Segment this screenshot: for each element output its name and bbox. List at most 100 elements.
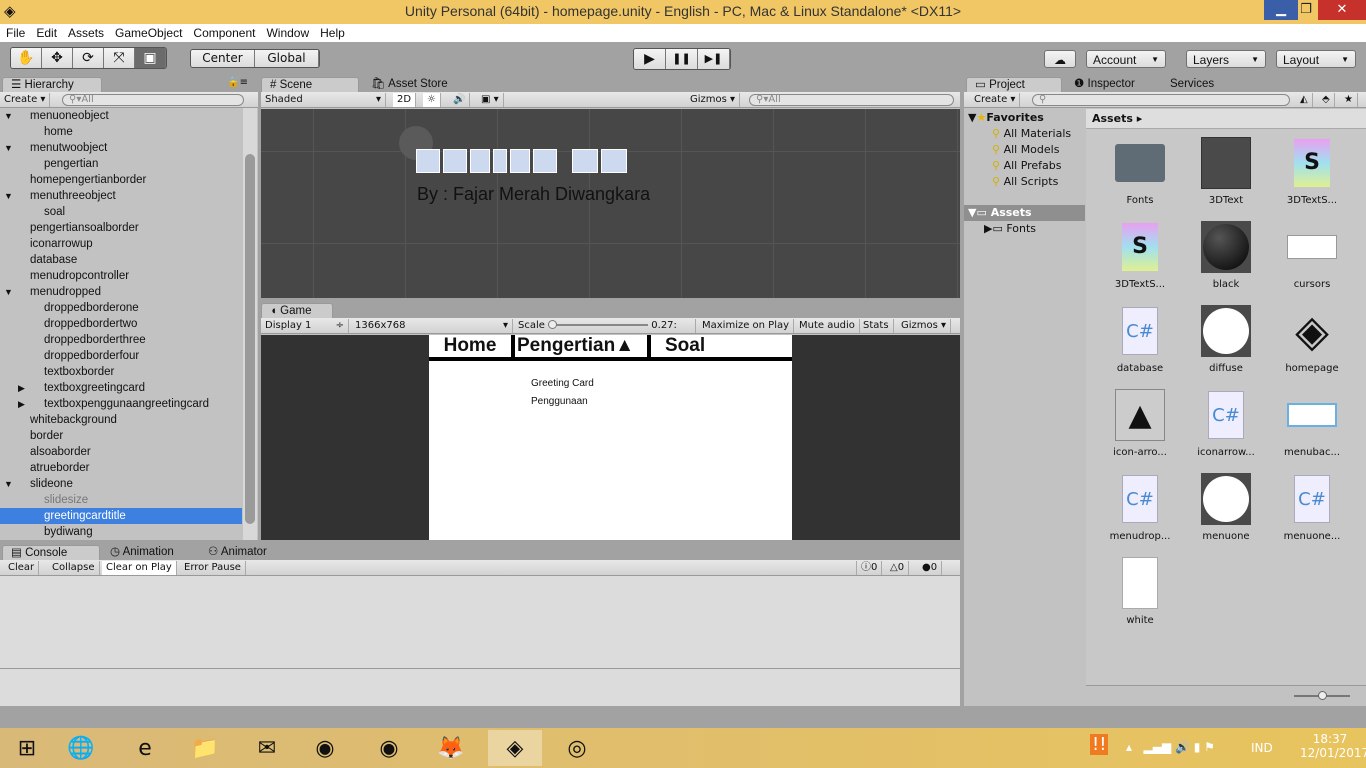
stats-toggle[interactable]: Stats — [859, 319, 894, 333]
hierarchy-item[interactable]: ▶ textboxgreetingcard — [0, 380, 242, 396]
hierarchy-item[interactable]: border — [0, 428, 242, 444]
asset-tile[interactable]: ◈ homepage — [1270, 305, 1354, 375]
hierarchy-item[interactable]: database — [0, 252, 242, 268]
hierarchy-item[interactable]: ▼ slideone — [0, 476, 242, 492]
hierarchy-item[interactable]: alsoaborder — [0, 444, 242, 460]
menu-edit[interactable]: Edit — [36, 24, 64, 42]
warning-count-toggle[interactable]: △0 — [886, 561, 910, 575]
hierarchy-item[interactable]: menudropcontroller — [0, 268, 242, 284]
hierarchy-item[interactable]: droppedbordertwo — [0, 316, 242, 332]
favorites-header[interactable]: ▼★Favorites — [968, 111, 1044, 124]
firefox-taskbar-icon[interactable]: 🦊 — [424, 730, 478, 766]
step-button[interactable]: ▶❚ — [698, 49, 730, 69]
hierarchy-item[interactable]: homepengertianborder — [0, 172, 242, 188]
ie-taskbar-icon[interactable]: e — [118, 730, 172, 766]
hierarchy-item[interactable]: ▶ textboxpenggunaangreetingcard — [0, 396, 242, 412]
scene-view[interactable]: By : Fajar Merah Diwangkara — [261, 109, 960, 298]
hierarchy-item[interactable]: droppedborderone — [0, 300, 242, 316]
audio-icon[interactable]: 🔊 — [449, 93, 471, 107]
hierarchy-item[interactable]: whitebackground — [0, 412, 242, 428]
hierarchy-scrollbar[interactable] — [243, 108, 257, 540]
asset-tile[interactable]: white — [1098, 557, 1182, 626]
tab-hierarchy[interactable]: ☰ Hierarchy — [2, 77, 102, 92]
hierarchy-item[interactable]: textboxborder — [0, 364, 242, 380]
filter-type-icon[interactable]: ◭ — [1296, 93, 1313, 107]
asset-tile[interactable]: C# database — [1098, 305, 1182, 374]
hierarchy-item[interactable]: droppedborderthree — [0, 332, 242, 348]
asset-tile[interactable]: S 3DTextS... — [1270, 137, 1354, 206]
hierarchy-item[interactable]: home — [0, 124, 242, 140]
favorite-item[interactable]: ⚲ All Materials — [992, 127, 1071, 140]
tab-project[interactable]: ▭ Project — [966, 77, 1062, 92]
outlook-taskbar-icon[interactable]: ✉ — [240, 730, 294, 766]
hierarchy-item[interactable]: pengertian — [0, 156, 242, 172]
asset-tile[interactable]: cursors — [1270, 221, 1354, 290]
asset-tile[interactable]: menubac... — [1270, 389, 1354, 458]
menu-window[interactable]: Window — [266, 24, 316, 42]
effects-icon[interactable]: ▣ ▾ — [477, 93, 504, 107]
hierarchy-item[interactable]: iconarrowup — [0, 236, 242, 252]
menu-gameobject[interactable]: GameObject — [115, 24, 189, 42]
nav-pengertian[interactable]: Pengertian▲ — [515, 335, 651, 357]
tab-scene[interactable]: # Scene — [261, 77, 359, 92]
asset-tile[interactable]: menuone — [1184, 473, 1268, 542]
error-pause-toggle[interactable]: Error Pause — [180, 561, 246, 575]
expand-open-icon[interactable]: ▼ — [4, 188, 13, 204]
chrome-2-taskbar-icon[interactable]: ◉ — [362, 730, 416, 766]
menu-file[interactable]: File — [6, 24, 32, 42]
close-button[interactable]: ✕ — [1318, 0, 1366, 20]
rect-tool-icon[interactable]: ▣ — [135, 48, 166, 68]
pivot-global-toggle[interactable]: Global — [255, 50, 319, 67]
asset-tile[interactable]: Fonts — [1098, 137, 1182, 206]
info-count-toggle[interactable]: ⓘ0 — [856, 561, 883, 575]
account-dropdown[interactable]: Account ▼ — [1086, 50, 1166, 68]
shading-dropdown[interactable]: Shaded ▾ — [261, 93, 386, 107]
hierarchy-item[interactable]: ▼ menuoneobject — [0, 108, 242, 124]
display-dropdown[interactable]: Display 1 ÷ — [261, 319, 349, 333]
pause-button[interactable]: ❚❚ — [666, 49, 698, 69]
hierarchy-item[interactable]: soal — [0, 204, 242, 220]
lock-icon[interactable]: 🔒≡ — [227, 77, 248, 88]
hierarchy-item[interactable]: ▼ menuthreeobject — [0, 188, 242, 204]
tab-console[interactable]: ▤ Console — [2, 545, 100, 560]
unity-taskbar-icon[interactable]: ◈ — [488, 730, 542, 766]
tree-assets-root[interactable]: ▼▭ Assets — [964, 205, 1085, 221]
chrome-taskbar-icon[interactable]: ◉ — [298, 730, 352, 766]
tree-fonts[interactable]: ▶▭ Fonts — [984, 222, 1036, 235]
scene-search-input[interactable]: ⚲▾All — [749, 94, 954, 106]
explorer-taskbar-icon[interactable]: 📁 — [178, 730, 232, 766]
hierarchy-item[interactable]: droppedborderfour — [0, 348, 242, 364]
asset-tile[interactable]: black — [1184, 221, 1268, 290]
language-indicator[interactable]: IND — [1251, 741, 1273, 755]
scale-slider[interactable]: Scale 0.27: — [514, 319, 696, 333]
hierarchy-item[interactable]: atrueborder — [0, 460, 242, 476]
hierarchy-item[interactable]: pengertiansoalborder — [0, 220, 242, 236]
maximize-on-play-toggle[interactable]: Maximize on Play — [698, 319, 795, 333]
notification-app-icon[interactable]: !! — [1090, 734, 1109, 755]
favorite-star-icon[interactable]: ★ — [1340, 93, 1358, 107]
asset-tile[interactable]: ▲ icon-arro... — [1098, 389, 1182, 458]
menu-help[interactable]: Help — [320, 24, 352, 42]
hierarchy-item[interactable]: bydiwang — [0, 524, 242, 540]
collapse-button[interactable]: Collapse — [48, 561, 100, 575]
tab-animation[interactable]: ◷ Animation — [102, 545, 182, 560]
asset-breadcrumb[interactable]: Assets ▸ — [1086, 109, 1366, 129]
dropdown-item-greeting-card[interactable]: Greeting Card — [531, 378, 594, 389]
menu-assets[interactable]: Assets — [68, 24, 111, 42]
tab-services[interactable]: Services — [1162, 77, 1222, 92]
nav-home[interactable]: Home — [429, 335, 515, 357]
cloud-button[interactable]: ☁ — [1044, 50, 1076, 68]
expand-open-icon[interactable]: ▼ — [4, 476, 13, 492]
expand-closed-icon[interactable]: ▶ — [18, 380, 25, 396]
asset-tile[interactable]: C# menudrop... — [1098, 473, 1182, 542]
rotate-tool-icon[interactable]: ⟳ — [73, 48, 104, 68]
move-tool-icon[interactable]: ✥ — [42, 48, 73, 68]
tab-asset-store[interactable]: 🛍 Asset Store — [363, 77, 456, 92]
filter-label-icon[interactable]: ⬘ — [1318, 93, 1335, 107]
game-view[interactable]: Home Pengertian▲ Soal Greeting Card Peng… — [261, 335, 960, 540]
hierarchy-item[interactable]: ▼ menudropped — [0, 284, 242, 300]
start-taskbar-icon[interactable]: ⊞ — [0, 730, 54, 766]
expand-open-icon[interactable]: ▼ — [4, 140, 13, 156]
dropdown-item-penggunaan[interactable]: Penggunaan — [531, 396, 588, 407]
nav-soal[interactable]: Soal — [651, 335, 705, 357]
